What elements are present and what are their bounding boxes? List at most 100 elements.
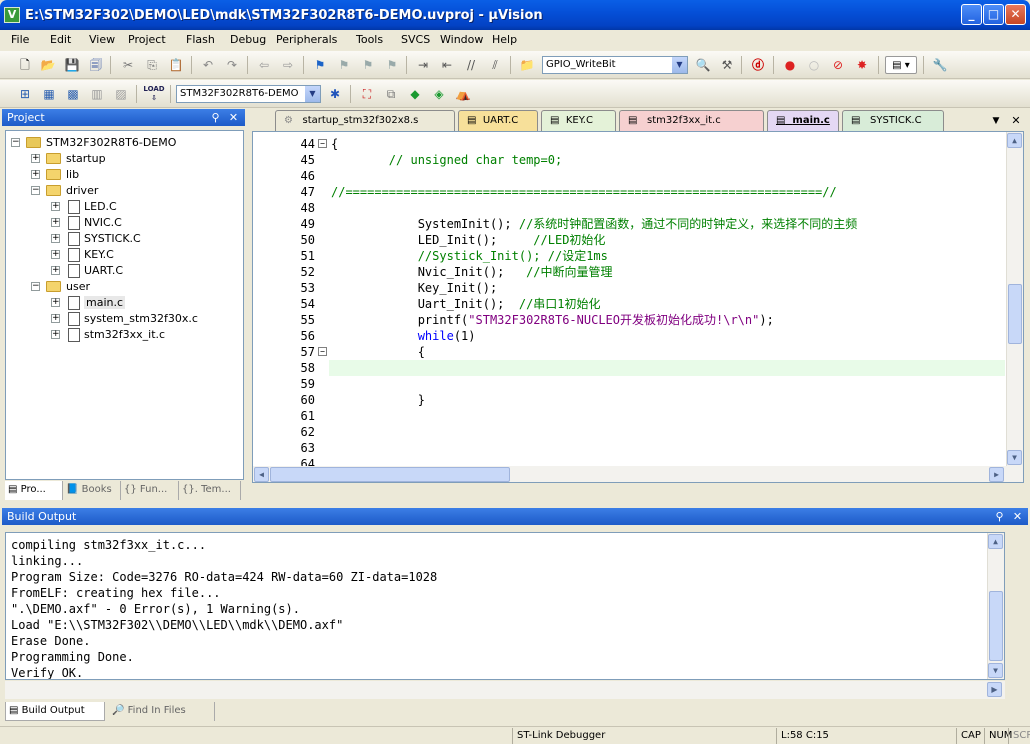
expand-icon[interactable]: + bbox=[51, 330, 60, 339]
chevron-down-icon[interactable]: ▼ bbox=[305, 86, 320, 102]
fold-collapse-icon[interactable]: − bbox=[318, 139, 327, 148]
tab-build-output[interactable]: ▤ Build Output bbox=[5, 702, 105, 721]
tab-list-dropdown-icon[interactable]: ▼ bbox=[986, 112, 1006, 130]
find-in-files-icon[interactable]: 📁 bbox=[517, 56, 537, 74]
maximize-button[interactable]: □ bbox=[983, 4, 1004, 25]
configure-tools-icon[interactable]: 🔧 bbox=[930, 56, 950, 74]
menu-debug[interactable]: Debug bbox=[230, 33, 266, 46]
manage-multi-project-icon[interactable]: ⧉ bbox=[381, 85, 401, 103]
pin-icon[interactable]: ⚲ bbox=[992, 509, 1007, 524]
pin-icon[interactable]: ⚲ bbox=[208, 110, 223, 125]
disable-all-breakpoints-icon[interactable]: ⊘ bbox=[828, 56, 848, 74]
expand-icon[interactable]: + bbox=[51, 266, 60, 275]
tab-project[interactable]: ▤ Pro... bbox=[5, 481, 63, 500]
nav-back-icon[interactable]: ⇦ bbox=[254, 56, 274, 74]
tab-templates[interactable]: {}. Tem... bbox=[179, 481, 241, 500]
chevron-down-icon[interactable]: ▼ bbox=[672, 57, 687, 73]
cut-icon[interactable]: ✂ bbox=[118, 56, 138, 74]
target-combo[interactable]: STM32F302R8T6-DEMO ▼ bbox=[176, 85, 321, 103]
uncomment-icon[interactable]: ⫽ bbox=[485, 56, 505, 74]
output-vertical-scrollbar[interactable]: ▲ ▼ bbox=[987, 533, 1004, 679]
manage-project-items-icon[interactable]: ⛶ bbox=[357, 85, 377, 103]
collapse-icon[interactable]: − bbox=[11, 138, 20, 147]
expand-icon[interactable]: + bbox=[51, 218, 60, 227]
scroll-thumb[interactable] bbox=[270, 467, 510, 482]
incremental-find-icon[interactable]: ⚒ bbox=[717, 56, 737, 74]
expand-icon[interactable]: + bbox=[51, 298, 60, 307]
close-button[interactable]: ✕ bbox=[1005, 4, 1026, 25]
code-editor[interactable]: 44−{45 // unsigned char temp=0; 46 47//===… bbox=[252, 131, 1024, 483]
scroll-thumb[interactable] bbox=[989, 591, 1003, 661]
expand-icon[interactable]: + bbox=[31, 154, 40, 163]
menu-file[interactable]: File bbox=[11, 33, 29, 46]
bookmark-icon[interactable]: ⚑ bbox=[310, 56, 330, 74]
menu-flash[interactable]: Flash bbox=[186, 33, 215, 46]
menu-tools[interactable]: Tools bbox=[356, 33, 383, 46]
new-file-icon[interactable]: 🗋 bbox=[15, 56, 35, 74]
uvision-app-icon[interactable]: V bbox=[4, 7, 20, 23]
editor-horizontal-scrollbar[interactable]: ◀ ▶ bbox=[253, 466, 1023, 482]
tab-find-in-files[interactable]: 🔎 Find In Files bbox=[109, 702, 215, 721]
menu-edit[interactable]: Edit bbox=[50, 33, 71, 46]
comment-icon[interactable]: // bbox=[461, 56, 481, 74]
scroll-down-arrow[interactable]: ▼ bbox=[988, 663, 1003, 678]
menu-window[interactable]: Window bbox=[440, 33, 483, 46]
run-time-environment-icon[interactable]: ⛺ bbox=[453, 85, 473, 103]
undo-icon[interactable]: ↶ bbox=[198, 56, 218, 74]
menu-view[interactable]: View bbox=[89, 33, 115, 46]
stop-build-icon[interactable]: ▨ bbox=[111, 85, 131, 103]
scroll-right-arrow[interactable]: ▶ bbox=[989, 467, 1004, 482]
indent-icon[interactable]: ⇥ bbox=[413, 56, 433, 74]
paste-icon[interactable]: 📋 bbox=[166, 56, 186, 74]
close-panel-icon[interactable]: ✕ bbox=[226, 110, 241, 125]
expand-icon[interactable]: + bbox=[51, 234, 60, 243]
scroll-right-arrow[interactable]: ▶ bbox=[987, 682, 1002, 697]
find-icon[interactable]: 🔍 bbox=[693, 56, 713, 74]
minimize-button[interactable]: _ bbox=[961, 4, 982, 25]
output-horizontal-scrollbar[interactable]: ▶ bbox=[5, 681, 1005, 699]
expand-icon[interactable]: + bbox=[51, 202, 60, 211]
editor-vertical-scrollbar[interactable]: ▲ ▼ bbox=[1006, 132, 1023, 466]
translate-icon[interactable]: ⊞ bbox=[15, 85, 35, 103]
fold-collapse-icon[interactable]: − bbox=[318, 347, 327, 356]
save-all-icon[interactable]: 🗐 bbox=[86, 56, 106, 74]
next-bookmark-icon[interactable]: ⚑ bbox=[358, 56, 378, 74]
build-icon[interactable]: ▦ bbox=[39, 85, 59, 103]
batch-build-icon[interactable]: ▥ bbox=[87, 85, 107, 103]
open-file-icon[interactable]: 📂 bbox=[38, 56, 58, 74]
menu-svcs[interactable]: SVCS bbox=[401, 33, 430, 46]
kill-breakpoints-icon[interactable]: ✸ bbox=[852, 56, 872, 74]
file-tab-active[interactable]: ▤ main.c bbox=[767, 110, 839, 131]
file-tab[interactable]: ▤ UART.C bbox=[458, 110, 538, 131]
rebuild-icon[interactable]: ▩ bbox=[63, 85, 83, 103]
download-load-button[interactable]: LOAD ⇩ bbox=[142, 85, 166, 103]
close-file-icon[interactable]: ✕ bbox=[1006, 112, 1026, 130]
unindent-icon[interactable]: ⇤ bbox=[437, 56, 457, 74]
file-tab[interactable]: ▤ stm32f3xx_it.c bbox=[619, 110, 764, 131]
collapse-icon[interactable]: − bbox=[31, 186, 40, 195]
debug-session-icon[interactable]: ⓓ bbox=[748, 56, 768, 74]
scroll-left-arrow[interactable]: ◀ bbox=[254, 467, 269, 482]
window-layout-icon[interactable]: ▤ ▾ bbox=[885, 56, 917, 74]
select-packs-icon[interactable]: ◆ bbox=[405, 85, 425, 103]
pack-installer-icon[interactable]: ◈ bbox=[429, 85, 449, 103]
copy-icon[interactable]: ⎘ bbox=[142, 56, 162, 74]
scroll-thumb[interactable] bbox=[1008, 284, 1022, 344]
file-tab[interactable]: ▤ SYSTICK.C bbox=[842, 110, 944, 131]
scroll-up-arrow[interactable]: ▲ bbox=[1007, 133, 1022, 148]
file-tab[interactable]: ⚙ startup_stm32f302x8.s bbox=[275, 110, 455, 131]
prev-bookmark-icon[interactable]: ⚑ bbox=[334, 56, 354, 74]
save-icon[interactable]: 💾 bbox=[62, 56, 82, 74]
menu-help[interactable]: Help bbox=[492, 33, 517, 46]
close-panel-icon[interactable]: ✕ bbox=[1010, 509, 1025, 524]
function-combo[interactable]: GPIO_WriteBit ▼ bbox=[542, 56, 688, 74]
collapse-icon[interactable]: − bbox=[31, 282, 40, 291]
expand-icon[interactable]: + bbox=[51, 314, 60, 323]
menu-peripherals[interactable]: Peripherals bbox=[276, 33, 337, 46]
tab-books[interactable]: 📘 Books bbox=[63, 481, 121, 500]
breakpoint-icon[interactable]: ● bbox=[780, 56, 800, 74]
disable-breakpoint-icon[interactable]: ○ bbox=[804, 56, 824, 74]
redo-icon[interactable]: ↷ bbox=[222, 56, 242, 74]
expand-icon[interactable]: + bbox=[31, 170, 40, 179]
nav-forward-icon[interactable]: ⇨ bbox=[278, 56, 298, 74]
